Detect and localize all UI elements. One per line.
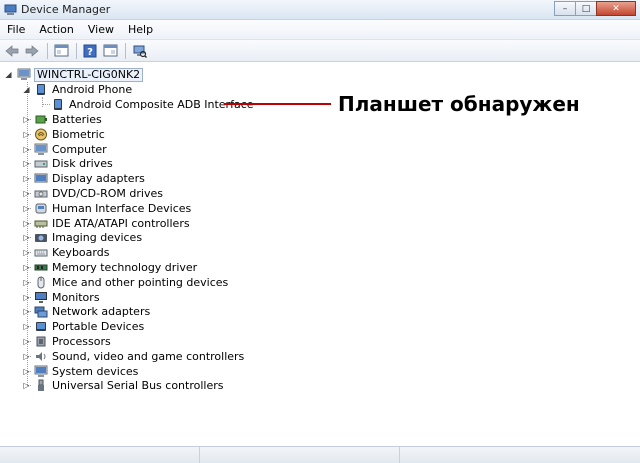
- scan-hardware-icon[interactable]: [130, 42, 148, 60]
- category-label: Portable Devices: [52, 320, 145, 333]
- category-label: Processors: [52, 335, 111, 348]
- status-segment: [400, 447, 640, 463]
- expand-icon[interactable]: ▷: [22, 130, 31, 139]
- category-label: Mice and other pointing devices: [52, 276, 229, 289]
- expand-icon[interactable]: ▷: [22, 307, 31, 316]
- annotation-arrow-line: [224, 103, 331, 105]
- collapse-icon[interactable]: ◢: [22, 85, 31, 94]
- menu-bar: File Action View Help: [0, 20, 640, 40]
- adb-interface-icon: [51, 98, 65, 111]
- title-bar: Device Manager – □ ✕: [0, 0, 640, 20]
- menu-view[interactable]: View: [81, 23, 121, 36]
- computer-icon: [34, 143, 48, 156]
- tree-connector: [42, 97, 43, 107]
- expand-icon[interactable]: ▷: [22, 159, 31, 168]
- expand-icon[interactable]: ▷: [22, 381, 31, 390]
- expand-icon[interactable]: ▷: [22, 248, 31, 257]
- expand-icon[interactable]: ▷: [22, 233, 31, 242]
- properties-window-icon[interactable]: [52, 42, 70, 60]
- show-hide-console-tree-icon[interactable]: [101, 42, 119, 60]
- expand-icon[interactable]: ▷: [22, 189, 31, 198]
- speaker-icon: [34, 350, 48, 363]
- hid-icon: [34, 202, 48, 215]
- category-label: Sound, video and game controllers: [52, 350, 245, 363]
- expand-icon[interactable]: ▷: [22, 293, 31, 302]
- camera-icon: [34, 231, 48, 244]
- close-button[interactable]: ✕: [596, 1, 636, 16]
- dvd-drive-icon: [34, 187, 48, 200]
- expand-icon[interactable]: ▷: [22, 145, 31, 154]
- window-title: Device Manager: [21, 3, 111, 16]
- category-label: Human Interface Devices: [52, 202, 192, 215]
- monitor-icon: [34, 291, 48, 304]
- toolbar-separator: [47, 42, 48, 59]
- category-label: Monitors: [52, 291, 100, 304]
- expand-icon[interactable]: ▷: [22, 367, 31, 376]
- category-label: IDE ATA/ATAPI controllers: [52, 217, 190, 230]
- expand-icon[interactable]: ▷: [22, 278, 31, 287]
- category-label: Keyboards: [52, 246, 110, 259]
- minimize-button[interactable]: –: [554, 1, 576, 16]
- toolbar-separator: [125, 42, 126, 59]
- svg-text:?: ?: [87, 47, 93, 58]
- toolbar-separator: [76, 42, 77, 59]
- portable-device-icon: [34, 320, 48, 333]
- category-label: Disk drives: [52, 157, 113, 170]
- usb-icon: [34, 379, 48, 392]
- category-label: Memory technology driver: [52, 261, 198, 274]
- memory-icon: [34, 261, 48, 274]
- expand-icon[interactable]: ▷: [22, 174, 31, 183]
- expand-icon[interactable]: ▷: [22, 204, 31, 213]
- mouse-icon: [34, 276, 48, 289]
- annotation-text: Планшет обнаружен: [338, 92, 580, 116]
- collapse-icon[interactable]: ◢: [4, 70, 13, 79]
- category-label: DVD/CD-ROM drives: [52, 187, 163, 200]
- expand-icon[interactable]: ▷: [22, 219, 31, 228]
- menu-help[interactable]: Help: [121, 23, 160, 36]
- system-device-icon: [34, 365, 48, 378]
- menu-file[interactable]: File: [0, 23, 32, 36]
- forward-icon[interactable]: [23, 42, 41, 60]
- category-label: Batteries: [52, 113, 102, 126]
- toolbar: ?: [0, 40, 640, 62]
- category-label: Display adapters: [52, 172, 145, 185]
- category-label: Universal Serial Bus controllers: [52, 379, 224, 392]
- expand-icon[interactable]: ▷: [22, 115, 31, 124]
- status-bar: [0, 446, 640, 463]
- status-segment: [0, 447, 200, 463]
- expand-icon[interactable]: ▷: [22, 337, 31, 346]
- back-icon[interactable]: [3, 42, 21, 60]
- category-label: Biometric: [52, 128, 105, 141]
- category-label: Computer: [52, 143, 107, 156]
- computer-icon: [17, 68, 31, 81]
- expand-icon[interactable]: ▷: [22, 352, 31, 361]
- fingerprint-icon: [34, 128, 48, 141]
- display-adapter-icon: [34, 172, 48, 185]
- expand-icon[interactable]: ▷: [22, 263, 31, 272]
- device-manager-icon: [4, 3, 17, 16]
- tree-connector: [42, 104, 50, 105]
- help-icon[interactable]: ?: [81, 42, 99, 60]
- android-phone-icon: [34, 83, 48, 96]
- category-label: Network adapters: [52, 305, 151, 318]
- status-segment: [200, 447, 400, 463]
- maximize-button[interactable]: □: [575, 1, 597, 16]
- expand-icon[interactable]: ▷: [22, 322, 31, 331]
- battery-icon: [34, 113, 48, 126]
- network-adapter-icon: [34, 305, 48, 318]
- category-label: Android Phone: [52, 83, 133, 96]
- root-label: WINCTRL-CIG0NK2: [34, 68, 144, 82]
- category-label: System devices: [52, 365, 139, 378]
- keyboard-icon: [34, 246, 48, 259]
- ide-controller-icon: [34, 217, 48, 230]
- category-label: Imaging devices: [52, 231, 143, 244]
- disk-drive-icon: [34, 157, 48, 170]
- menu-action[interactable]: Action: [32, 23, 80, 36]
- device-tree: ◢ WINCTRL-CIG0NK2 ◢ Android Phone Androi…: [0, 63, 640, 446]
- processor-icon: [34, 335, 48, 348]
